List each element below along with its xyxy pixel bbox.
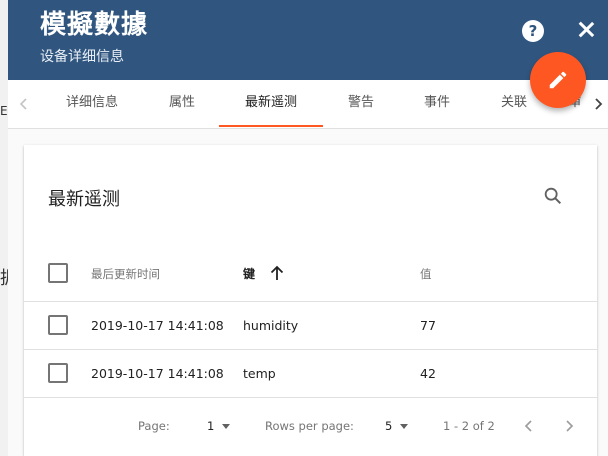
row-checkbox[interactable] — [48, 363, 68, 383]
cell-key: temp — [243, 366, 276, 381]
background-app: ER 据 — [0, 0, 18, 456]
edit-button[interactable] — [530, 52, 586, 108]
column-header-value[interactable]: 值 — [420, 266, 432, 282]
previous-page-button[interactable] — [520, 417, 538, 435]
edit-icon — [549, 71, 567, 89]
active-tab-indicator — [219, 125, 323, 127]
tab-attributes[interactable]: 属性 — [158, 80, 206, 128]
chevron-left-icon — [19, 98, 27, 110]
telemetry-card: 最新遥测 最后更新时间 键 值 2019-10-17 14:41:08 humi… — [24, 145, 597, 456]
page-title: 模擬數據 — [40, 10, 149, 40]
panel-header: 模擬數據 设备详细信息 ? — [8, 0, 608, 80]
range-label: 1 - 2 of 2 — [443, 419, 495, 433]
rows-per-page-label: Rows per page: — [265, 419, 354, 433]
help-icon[interactable]: ? — [522, 20, 544, 42]
row-divider — [24, 349, 597, 350]
card-title: 最新遥测 — [48, 189, 120, 210]
tab-alarms[interactable]: 警告 — [337, 80, 385, 128]
tab-details[interactable]: 详细信息 — [56, 80, 128, 128]
rows-per-page-select[interactable]: 5 — [385, 419, 392, 433]
row-divider — [24, 301, 597, 302]
page-label: Page: — [138, 419, 170, 433]
arrow-up-icon[interactable] — [269, 264, 285, 282]
device-details-panel: 模擬數據 设备详细信息 ? 详细信息 属性 最新遥测 警告 事件 关联 审 最新… — [8, 0, 608, 456]
tab-latest-telemetry[interactable]: 最新遥测 — [235, 80, 307, 128]
page-subtitle: 设备详细信息 — [40, 49, 124, 65]
tabs-scroll-right[interactable] — [588, 92, 608, 116]
chevron-left-icon — [524, 420, 532, 432]
tab-bar: 详细信息 属性 最新遥测 警告 事件 关联 审 — [8, 80, 608, 129]
search-icon — [544, 187, 562, 205]
paginator: Page: 1 Rows per page: 5 1 - 2 of 2 — [24, 397, 597, 455]
chevron-right-icon — [566, 420, 574, 432]
caret-down-icon[interactable] — [222, 424, 230, 429]
cell-value: 77 — [420, 318, 436, 333]
close-icon[interactable] — [574, 17, 598, 43]
search-button[interactable] — [542, 185, 564, 207]
next-page-button[interactable] — [560, 417, 578, 435]
tabs-scroll-left[interactable] — [14, 92, 34, 116]
caret-down-icon[interactable] — [400, 424, 408, 429]
column-header-last-update[interactable]: 最后更新时间 — [91, 266, 160, 282]
cell-last-update: 2019-10-17 14:41:08 — [91, 366, 224, 381]
cell-last-update: 2019-10-17 14:41:08 — [91, 318, 224, 333]
page-select[interactable]: 1 — [207, 419, 214, 433]
chevron-right-icon — [595, 98, 603, 110]
cell-value: 42 — [420, 366, 436, 381]
cell-key: humidity — [243, 318, 299, 333]
tab-events[interactable]: 事件 — [413, 80, 461, 128]
row-checkbox[interactable] — [48, 315, 68, 335]
column-header-key[interactable]: 键 — [243, 265, 255, 282]
select-all-checkbox[interactable] — [48, 263, 68, 283]
